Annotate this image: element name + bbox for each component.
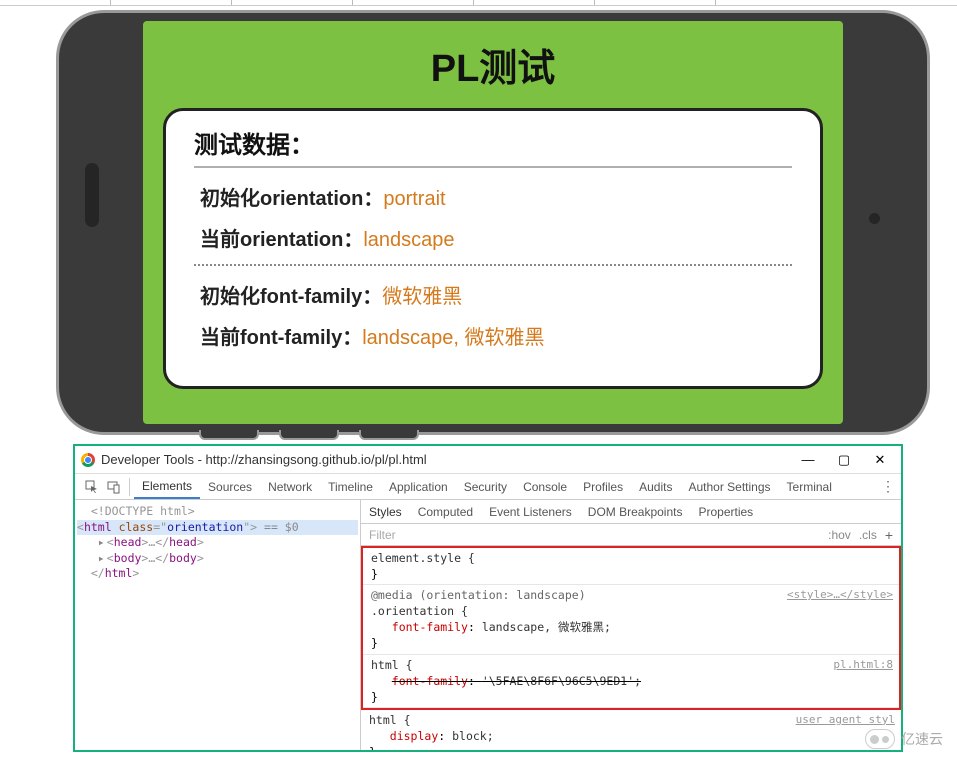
inspect-icon[interactable] <box>81 477 103 497</box>
cloud-icon <box>865 729 895 749</box>
dom-body[interactable]: ▸<body>…</body> <box>77 551 358 567</box>
tab-terminal[interactable]: Terminal <box>779 476 840 498</box>
row-current-orientation: 当前orientation：landscape <box>194 223 792 252</box>
device-toggle-icon[interactable] <box>103 477 125 497</box>
row-init-orientation: 初始化orientation：portrait <box>194 182 792 211</box>
phone-camera-dot <box>869 213 880 224</box>
app-page: PL测试 测试数据： 初始化orientation：portrait 当前ori… <box>143 21 843 424</box>
styles-panel: Styles Computed Event Listeners DOM Brea… <box>361 500 901 750</box>
dom-html-close[interactable]: </html> <box>77 566 358 582</box>
dom-head[interactable]: ▸<head>…</head> <box>77 535 358 551</box>
tab-network[interactable]: Network <box>260 476 320 498</box>
dom-doctype[interactable]: <!DOCTYPE html> <box>77 504 358 520</box>
chrome-icon <box>81 453 95 467</box>
side-tab-styles[interactable]: Styles <box>361 502 410 522</box>
rule-source: user agent styl <box>796 712 895 727</box>
dom-tree[interactable]: <!DOCTYPE html> <html class="orientation… <box>75 500 361 750</box>
tab-profiles[interactable]: Profiles <box>575 476 631 498</box>
divider-dotted <box>194 264 792 266</box>
styles-filter-bar: Filter :hov .cls + <box>361 524 901 546</box>
dom-html-open[interactable]: <html class="orientation"> == $0 <box>77 520 358 536</box>
rule-source[interactable]: pl.html:8 <box>833 657 893 672</box>
styles-highlight-box: element.style { } <style>…</style> @medi… <box>361 546 901 710</box>
add-rule-button[interactable]: + <box>885 527 893 543</box>
card-header: 测试数据： <box>194 125 792 160</box>
devtools-body: <!DOCTYPE html> <html class="orientation… <box>75 500 901 750</box>
row-label: 初始化font-family： <box>200 286 382 308</box>
styles-area[interactable]: element.style { } <style>…</style> @medi… <box>361 546 901 750</box>
side-tab-computed[interactable]: Computed <box>410 502 481 522</box>
phone-speaker <box>85 163 99 227</box>
row-label: 当前orientation： <box>200 229 363 251</box>
rule-html-pl[interactable]: pl.html:8 html { font-family: '\5FAE\8F6… <box>363 655 899 708</box>
rule-media-orientation[interactable]: <style>…</style> @media (orientation: la… <box>363 585 899 654</box>
side-tab-dom-breakpoints[interactable]: DOM Breakpoints <box>580 502 691 522</box>
tab-security[interactable]: Security <box>456 476 515 498</box>
row-label: 当前font-family： <box>200 327 362 349</box>
watermark: 亿速云 <box>865 729 943 749</box>
phone-bottom-buttons <box>199 430 419 440</box>
side-tab-event-listeners[interactable]: Event Listeners <box>481 502 580 522</box>
tab-author-settings[interactable]: Author Settings <box>680 476 778 498</box>
devtools-toolbar: Elements Sources Network Timeline Applic… <box>75 474 901 500</box>
close-button[interactable]: ✕ <box>865 450 895 470</box>
rule-source[interactable]: <style>…</style> <box>787 587 893 602</box>
page-title: PL测试 <box>163 37 823 92</box>
devtools-title: Developer Tools - http://zhansingsong.gi… <box>101 452 787 467</box>
tab-audits[interactable]: Audits <box>631 476 680 498</box>
tab-sources[interactable]: Sources <box>200 476 260 498</box>
tab-application[interactable]: Application <box>381 476 456 498</box>
row-value: landscape, 微软雅黑 <box>362 327 544 349</box>
phone-mockup: PL测试 测试数据： 初始化orientation：portrait 当前ori… <box>56 10 930 435</box>
devtools-window: Developer Tools - http://zhansingsong.gi… <box>73 444 903 752</box>
minimize-button[interactable]: — <box>793 450 823 470</box>
divider-solid <box>194 166 792 168</box>
tab-elements[interactable]: Elements <box>134 475 200 499</box>
data-card: 测试数据： 初始化orientation：portrait 当前orientat… <box>163 108 823 389</box>
maximize-button[interactable]: ▢ <box>829 450 859 470</box>
top-separator <box>0 0 957 6</box>
row-init-font: 初始化font-family：微软雅黑 <box>194 280 792 309</box>
tab-timeline[interactable]: Timeline <box>320 476 381 498</box>
cls-toggle[interactable]: .cls <box>859 528 877 542</box>
row-current-font: 当前font-family：landscape, 微软雅黑 <box>194 321 792 350</box>
row-value: 微软雅黑 <box>382 286 462 308</box>
rule-element-style[interactable]: element.style { } <box>363 548 899 585</box>
watermark-text: 亿速云 <box>901 729 943 749</box>
side-tabs: Styles Computed Event Listeners DOM Brea… <box>361 500 901 524</box>
row-value: landscape <box>363 229 454 251</box>
kebab-menu-icon[interactable]: ⋮ <box>881 478 895 495</box>
filter-input[interactable]: Filter <box>369 528 396 542</box>
rule-html-ua[interactable]: user agent styl html { display: block; } <box>361 710 901 750</box>
devtools-titlebar[interactable]: Developer Tools - http://zhansingsong.gi… <box>75 446 901 474</box>
hov-toggle[interactable]: :hov <box>828 528 851 542</box>
tab-console[interactable]: Console <box>515 476 575 498</box>
phone-screen: PL测试 测试数据： 初始化orientation：portrait 当前ori… <box>143 21 843 424</box>
row-value: portrait <box>383 188 445 210</box>
row-label: 初始化orientation： <box>200 188 383 210</box>
side-tab-properties[interactable]: Properties <box>690 502 761 522</box>
